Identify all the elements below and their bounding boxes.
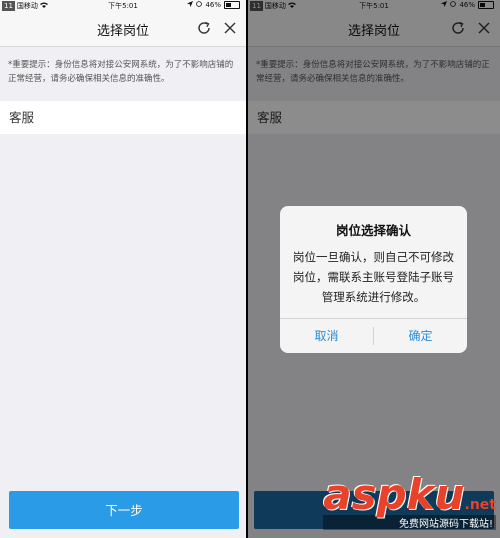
battery-icon bbox=[224, 1, 240, 9]
status-right: 46% bbox=[187, 1, 240, 9]
watermark: aspku.net 免费网站源码下载站! bbox=[323, 474, 496, 530]
watermark-logo: aspku bbox=[323, 470, 465, 519]
refresh-icon[interactable] bbox=[196, 20, 212, 36]
location-icon bbox=[187, 1, 194, 9]
screen-confirm-position: 11 国移动 下午5:01 46% 选择岗位 *重要提示：身份信息将对接公安网系… bbox=[248, 0, 500, 538]
alarm-icon bbox=[196, 1, 203, 9]
dialog-title: 岗位选择确认 bbox=[335, 223, 411, 238]
dialog-buttons: 取消 确定 bbox=[280, 318, 467, 353]
nav-actions bbox=[196, 20, 238, 36]
nav-bar: 选择岗位 bbox=[0, 12, 246, 47]
position-item-customer-service[interactable]: 客服 bbox=[0, 101, 246, 134]
cancel-button[interactable]: 取消 bbox=[280, 319, 373, 353]
confirm-button[interactable]: 确定 bbox=[374, 319, 467, 353]
dialog-message: 岗位一旦确认，则自己不可修改岗位，需联系主账号登陆子账号管理系统进行修改。 bbox=[293, 250, 454, 304]
watermark-domain: .net bbox=[464, 497, 496, 513]
page-title: 选择岗位 bbox=[96, 23, 149, 39]
screen-select-position: 11 国移动 下午5:01 46% 选择岗位 *重要提示：身份信息将对接公安网系… bbox=[0, 0, 246, 538]
confirm-dialog: 岗位选择确认 岗位一旦确认，则自己不可修改岗位，需联系主账号登陆子账号管理系统进… bbox=[280, 206, 467, 353]
battery-percent: 46% bbox=[205, 1, 221, 9]
close-icon[interactable] bbox=[222, 20, 238, 36]
next-step-button[interactable]: 下一步 bbox=[9, 491, 239, 529]
status-bar: 11 国移动 下午5:01 46% bbox=[0, 0, 246, 12]
important-notice: *重要提示：身份信息将对接公安网系统，为了不影响店铺的正常经营，请务必确保相关信… bbox=[8, 60, 234, 84]
